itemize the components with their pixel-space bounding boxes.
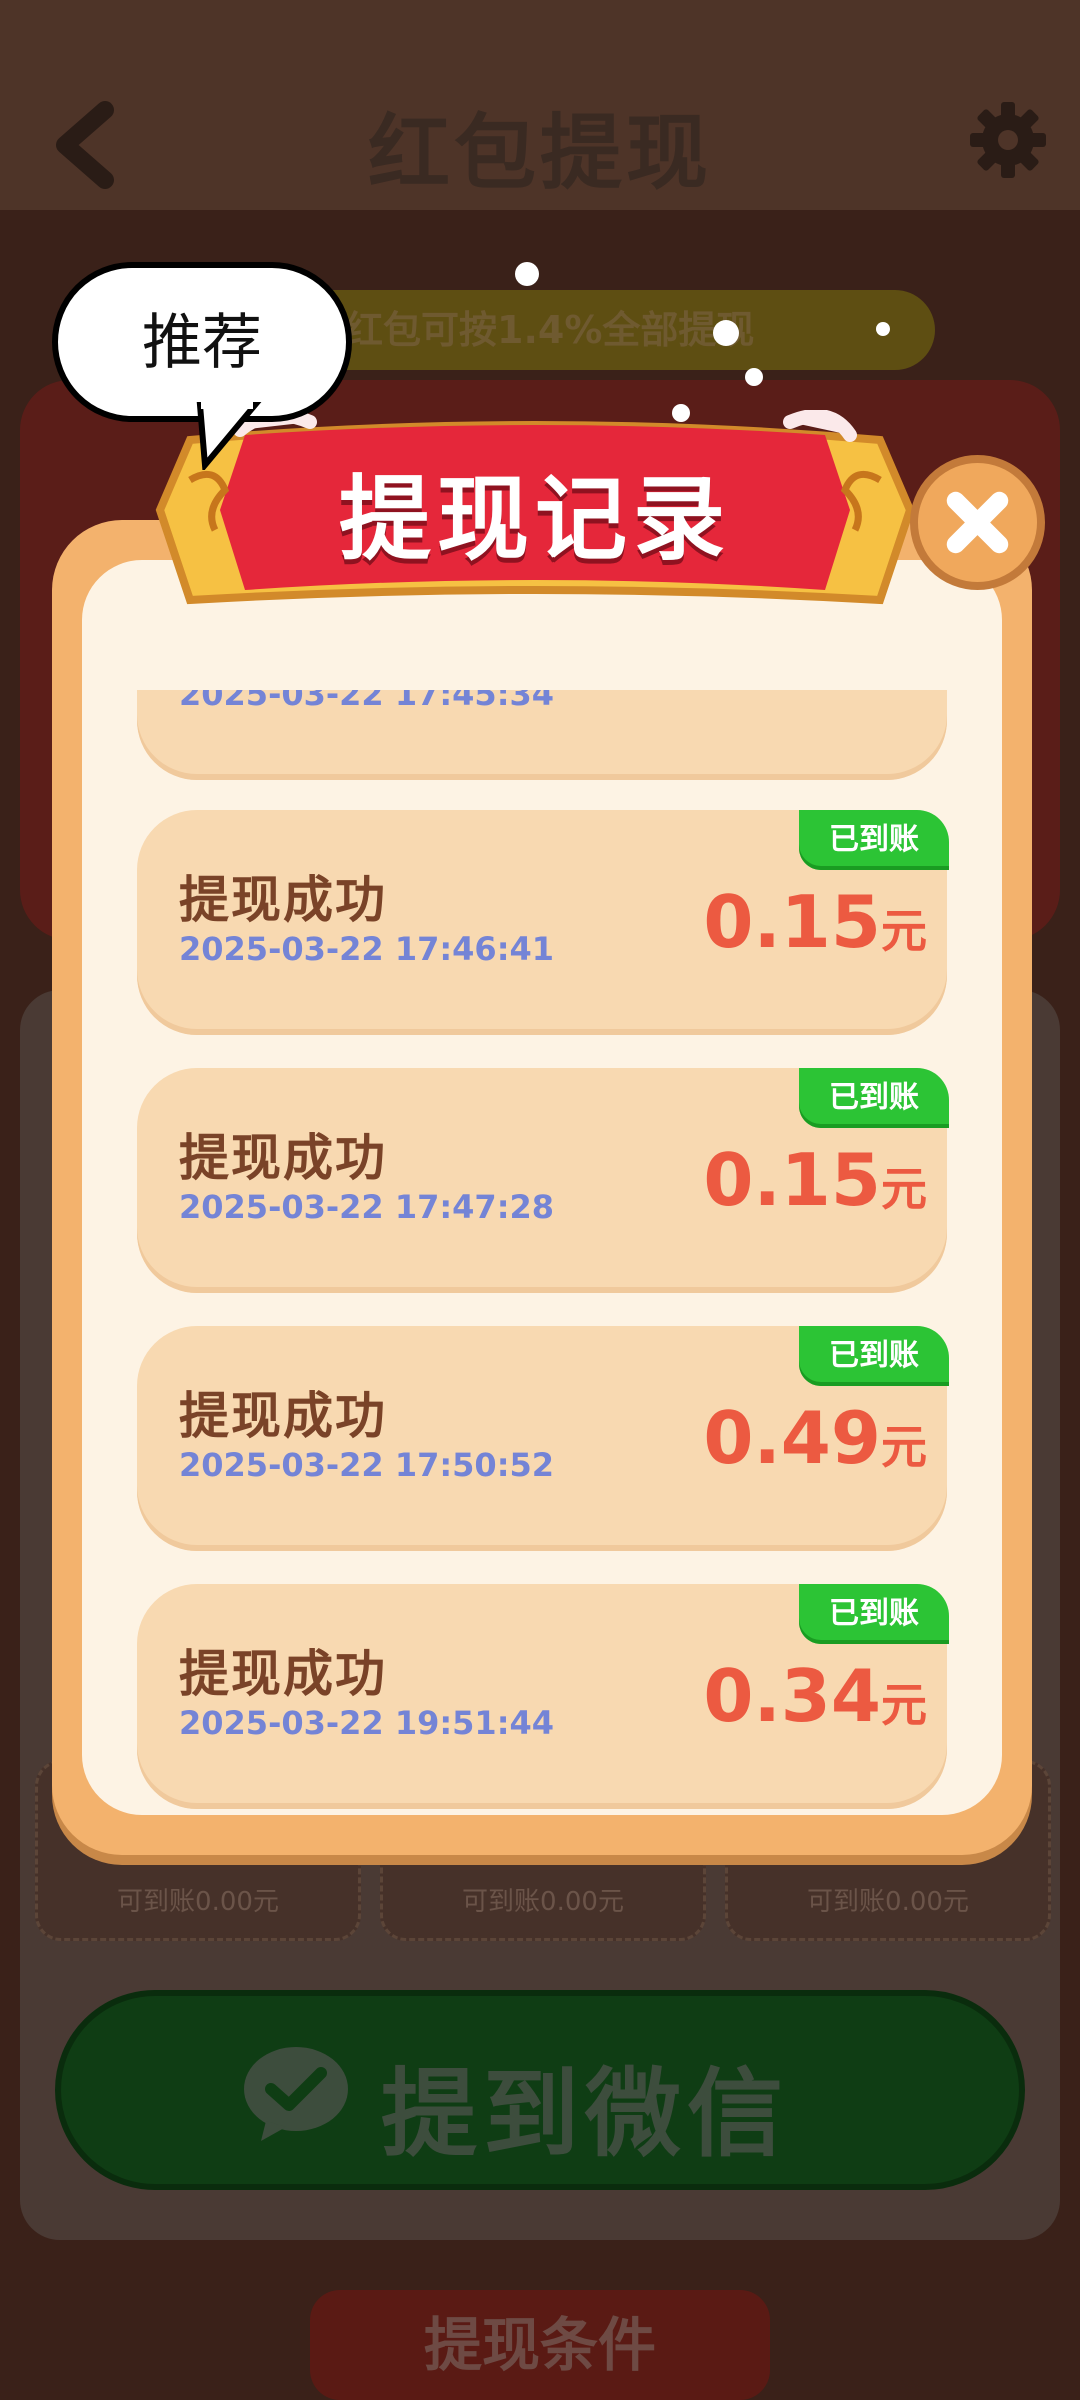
modal-body: 2025-03-22 17:45:34 已到账 提现成功 2025-03-22 … — [82, 560, 1002, 1815]
record-time: 2025-03-22 17:45:34 — [179, 690, 555, 713]
bubble-text: 推荐 — [142, 308, 262, 378]
snow-decoration — [745, 368, 763, 386]
record-amount: 0.34元 — [703, 1654, 927, 1738]
record-time: 2025-03-22 19:51:44 — [179, 1704, 555, 1742]
record-item: 已到账 提现成功 2025-03-22 17:47:28 0.15元 — [137, 1068, 949, 1293]
record-amount: 0.15元 — [703, 880, 927, 964]
status-badge: 已到账 — [799, 1326, 949, 1386]
record-title: 提现成功 — [179, 1645, 387, 1703]
close-button[interactable] — [910, 455, 1045, 590]
wechat-button-label: 提到微信 — [381, 2058, 789, 2170]
status-badge: 已到账 — [799, 1068, 949, 1128]
snow-decoration — [876, 322, 890, 336]
recommend-bubble: 推荐 — [52, 262, 352, 422]
record-item: 已到账 提现成功 2025-03-22 19:51:44 0.34元 — [137, 1584, 949, 1809]
record-time: 2025-03-22 17:47:28 — [179, 1188, 555, 1226]
record-amount: 0.15元 — [703, 1138, 927, 1222]
record-item-partial: 2025-03-22 17:45:34 — [137, 690, 947, 780]
status-badge: 已到账 — [799, 810, 949, 870]
withdraw-wechat-button[interactable]: 提到微信 — [55, 1990, 1025, 2190]
tip-bar: 红包可按1.4%全部提现 — [285, 290, 935, 370]
record-time: 2025-03-22 17:50:52 — [179, 1446, 555, 1484]
status-badge: 已到账 — [799, 1584, 949, 1644]
snow-decoration — [672, 404, 690, 422]
record-item: 已到账 提现成功 2025-03-22 17:46:41 0.15元 — [137, 810, 949, 1035]
withdraw-records-modal: 2025-03-22 17:45:34 已到账 提现成功 2025-03-22 … — [52, 520, 1032, 1855]
conditions-title: 提现条件 — [310, 2290, 770, 2400]
wechat-icon — [244, 2047, 348, 2141]
record-amount: 0.49元 — [703, 1396, 927, 1480]
records-list[interactable]: 2025-03-22 17:45:34 已到账 提现成功 2025-03-22 … — [82, 690, 1002, 1810]
snow-decoration — [713, 320, 739, 346]
snow-decoration — [515, 262, 539, 286]
bubble-tail — [196, 400, 262, 470]
record-title: 提现成功 — [179, 1387, 387, 1445]
record-item: 已到账 提现成功 2025-03-22 17:50:52 0.49元 — [137, 1326, 949, 1551]
record-title: 提现成功 — [179, 871, 387, 929]
modal-title: 提现记录 — [338, 466, 731, 573]
close-icon — [946, 491, 1009, 554]
record-title: 提现成功 — [179, 1129, 387, 1187]
top-bar: 红包提现 — [0, 0, 1080, 210]
page-title: 红包提现 — [367, 106, 712, 201]
record-time: 2025-03-22 17:46:41 — [179, 930, 555, 968]
gear-icon[interactable] — [968, 100, 1048, 180]
